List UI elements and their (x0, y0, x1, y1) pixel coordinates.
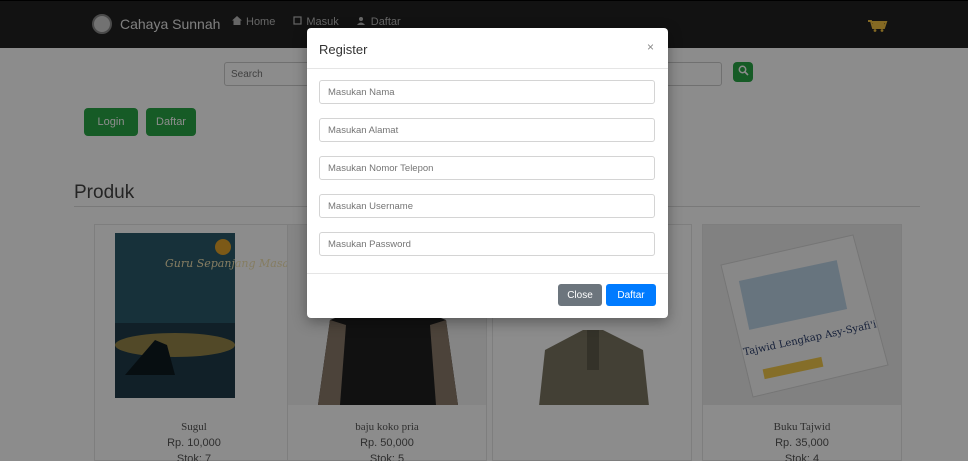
name-field[interactable] (319, 80, 655, 104)
close-icon[interactable]: × (647, 40, 654, 54)
modal-divider (307, 68, 668, 69)
address-field[interactable] (319, 118, 655, 142)
phone-field[interactable] (319, 156, 655, 180)
close-button[interactable]: Close (558, 284, 602, 306)
submit-button[interactable]: Daftar (606, 284, 656, 306)
modal-divider (307, 273, 668, 274)
register-modal: Register × Close Daftar (307, 28, 668, 318)
password-field[interactable] (319, 232, 655, 256)
modal-title: Register (319, 42, 368, 57)
username-field[interactable] (319, 194, 655, 218)
